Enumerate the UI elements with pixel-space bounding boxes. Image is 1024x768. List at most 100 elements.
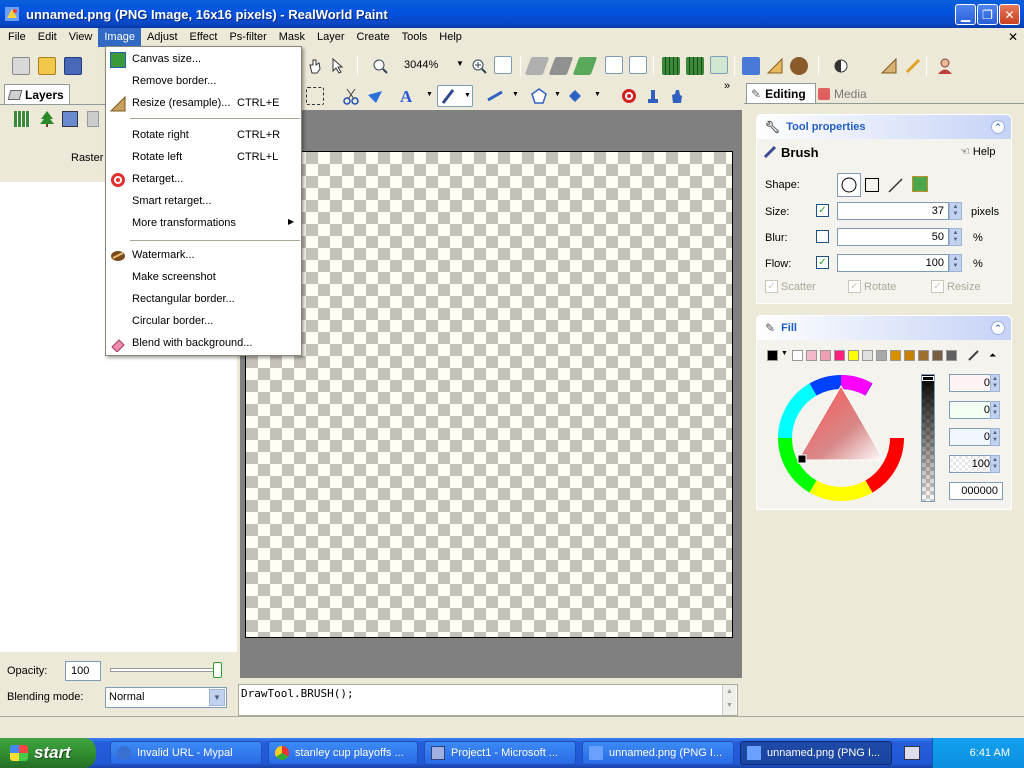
menu-item-rotate-right[interactable]: Rotate right CTRL+R	[106, 125, 301, 147]
fill-header[interactable]: ✎ Fill ⌃	[757, 316, 1011, 340]
fit-window-icon[interactable]	[494, 56, 512, 74]
save-icon[interactable]	[64, 57, 82, 75]
layer-icon-3[interactable]	[572, 57, 598, 75]
tree-icon[interactable]	[38, 110, 56, 131]
menu-item-rectangular-border[interactable]: Rectangular border...	[106, 289, 301, 311]
green-spinner[interactable]: ▲ ▼	[990, 401, 1000, 419]
opacity-input[interactable]: 100	[65, 661, 101, 681]
fill-bucket-icon[interactable]	[566, 87, 584, 105]
menu-layer[interactable]: Layer	[311, 28, 351, 47]
script-scrollbar[interactable]: ▲ ▼	[722, 685, 736, 715]
menu-tools[interactable]: Tools	[396, 28, 434, 47]
line-dropdown-icon[interactable]: ▼	[512, 91, 519, 98]
chevron-down-icon[interactable]: ▼	[209, 689, 225, 706]
open-folder-icon[interactable]	[38, 57, 56, 75]
color-swatch[interactable]	[918, 350, 929, 361]
triangle-ruler-icon[interactable]	[766, 57, 784, 75]
hex-color-input[interactable]: 000000	[949, 482, 1003, 500]
menu-item-retarget[interactable]: Retarget...	[106, 169, 301, 191]
pointer-question-icon[interactable]	[330, 57, 348, 75]
brush-tool-button[interactable]: ▼	[437, 85, 473, 107]
opacity-slider-track[interactable]	[110, 668, 220, 672]
stamp-tool-icon[interactable]	[644, 87, 662, 105]
document-close-icon[interactable]: ✕	[1008, 30, 1018, 44]
taskbar-item-unnamed-2[interactable]: unnamed.png (PNG I...	[740, 741, 892, 765]
layer-icon-1[interactable]	[524, 57, 550, 75]
blur-input[interactable]: 50	[837, 228, 949, 246]
red-input[interactable]: 0	[949, 374, 995, 392]
line-tool-icon[interactable]	[486, 87, 504, 105]
polygon-tool-icon[interactable]	[530, 87, 548, 105]
tab-media[interactable]: Media	[818, 85, 874, 103]
app-icon[interactable]	[4, 6, 20, 22]
hand-icon[interactable]	[306, 57, 324, 75]
color-swatch[interactable]	[946, 350, 957, 361]
zoom-dropdown-icon[interactable]: ▼	[456, 59, 464, 68]
zoom-in-icon[interactable]	[470, 57, 488, 75]
brush-dropdown-icon[interactable]: ▼	[464, 92, 471, 99]
grid-icon-2[interactable]	[686, 57, 704, 75]
layer-arrows-icon[interactable]	[629, 56, 647, 74]
color-swatch[interactable]	[834, 350, 845, 361]
menu-item-blend-with-background[interactable]: Blend with background...	[106, 333, 301, 355]
menu-item-smart-retarget[interactable]: Smart retarget...	[106, 191, 301, 213]
flow-input[interactable]: 100	[837, 254, 949, 272]
menu-view[interactable]: View	[63, 28, 99, 47]
new-layer-icon[interactable]	[14, 111, 30, 127]
flow-spinner[interactable]: ▲ ▼	[949, 254, 962, 272]
script-console[interactable]: DrawTool.BRUSH();	[238, 684, 738, 716]
size-checkbox[interactable]: ✓	[816, 204, 829, 217]
moon-icon[interactable]	[856, 57, 874, 75]
layer-name[interactable]: Raster	[71, 152, 103, 164]
color-swatch[interactable]	[820, 350, 831, 361]
blur-spinner[interactable]: ▲ ▼	[949, 228, 962, 246]
color-swatch[interactable]	[932, 350, 943, 361]
menu-ps-filter[interactable]: Ps-filter	[223, 28, 272, 47]
collapse-icon[interactable]: ⌃	[991, 120, 1005, 134]
taskbar-item-mypal[interactable]: Invalid URL - Mypal	[110, 741, 262, 765]
tool-properties-header[interactable]: 🔧︎ Tool properties ⌃	[757, 115, 1011, 139]
contrast-icon[interactable]	[832, 57, 850, 75]
menu-item-watermark[interactable]: Watermark...	[106, 245, 301, 267]
alpha-spinner[interactable]: ▲ ▼	[990, 455, 1000, 473]
color-swatch[interactable]	[806, 350, 817, 361]
size-spinner[interactable]: ▲ ▼	[949, 202, 962, 220]
grid-icon-1[interactable]	[662, 57, 680, 75]
blending-mode-select[interactable]: Normal ▼	[105, 687, 227, 708]
blur-checkbox[interactable]	[816, 230, 829, 243]
menu-effect[interactable]: Effect	[184, 28, 224, 47]
menu-item-remove-border[interactable]: Remove border...	[106, 71, 301, 93]
color-swatch[interactable]	[876, 350, 887, 361]
opacity-slider-thumb[interactable]	[213, 662, 222, 678]
image-canvas[interactable]	[245, 151, 733, 638]
menu-create[interactable]: Create	[351, 28, 396, 47]
alpha-input[interactable]: 100	[949, 455, 995, 473]
menu-item-resize[interactable]: Resize (resample)... CTRL+E	[106, 93, 301, 115]
menu-mask[interactable]: Mask	[273, 28, 311, 47]
red-spinner[interactable]: ▲ ▼	[990, 374, 1000, 392]
swatch-dropdown-icon[interactable]: ▼	[781, 350, 788, 357]
maximize-button[interactable]: ❐	[977, 4, 998, 25]
image-view-icon[interactable]	[710, 56, 728, 74]
blue-input[interactable]: 0	[949, 428, 995, 446]
rotate-checkbox[interactable]: ✓	[848, 280, 861, 293]
scissors-icon[interactable]	[342, 87, 360, 105]
scatter-checkbox[interactable]: ✓	[765, 280, 778, 293]
resize-checkbox[interactable]: ✓	[931, 280, 944, 293]
swatch-current[interactable]	[767, 350, 778, 361]
collapse-icon[interactable]: ⌃	[991, 321, 1005, 335]
text-dropdown-icon[interactable]: ▼	[426, 91, 433, 98]
swatch-menu-icon[interactable]: ⏶	[989, 350, 996, 361]
keyboard-icon[interactable]	[904, 746, 920, 760]
menu-item-more-transformations[interactable]: More transformations ▶	[106, 213, 301, 235]
layer-stack-icon[interactable]	[605, 56, 623, 74]
text-tool-icon[interactable]: A	[400, 87, 418, 106]
menu-adjust[interactable]: Adjust	[141, 28, 184, 47]
taskbar-item-project1[interactable]: Project1 - Microsoft ...	[424, 741, 576, 765]
zoom-level[interactable]: 3044%	[404, 59, 438, 71]
close-button[interactable]: ✕	[999, 4, 1020, 25]
shape-square-icon[interactable]	[865, 178, 879, 192]
size-input[interactable]: 37	[837, 202, 949, 220]
menu-file[interactable]: File	[0, 28, 32, 47]
layer-delete-icon[interactable]	[87, 111, 99, 127]
